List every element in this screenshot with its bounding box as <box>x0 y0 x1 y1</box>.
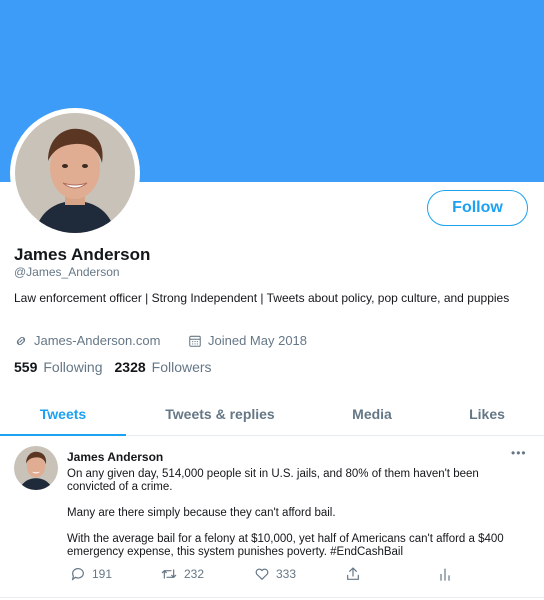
reply-button[interactable]: 191 <box>70 566 112 582</box>
tweet-actions: 191 232 333 <box>0 566 544 588</box>
tweet-author[interactable]: James Anderson <box>67 450 163 464</box>
tab-tweets[interactable]: Tweets <box>0 392 126 436</box>
followers-count[interactable]: 2328 <box>115 359 146 375</box>
profile-tabs: Tweets Tweets & replies Media Likes <box>0 392 544 436</box>
heart-icon <box>255 568 269 580</box>
reply-icon <box>71 568 84 581</box>
tab-media[interactable]: Media <box>320 392 424 436</box>
analytics-button[interactable] <box>438 566 458 582</box>
divider <box>0 597 544 598</box>
active-tab-indicator <box>0 434 126 436</box>
tweet-paragraph: On any given day, 514,000 people sit in … <box>67 468 479 493</box>
followers-label[interactable]: Followers <box>152 359 212 375</box>
profile-name: James Anderson <box>14 245 151 264</box>
profile-handle: @James_Anderson <box>14 265 120 279</box>
profile-stats: 559 Following 2328 Followers <box>14 359 224 375</box>
website-link[interactable]: James-Anderson.com <box>34 333 160 348</box>
tweet[interactable]: James Anderson ••• On any given day, 514… <box>0 437 544 600</box>
more-options-icon[interactable]: ••• <box>511 446 527 460</box>
profile-joined: Joined May 2018 <box>188 333 307 348</box>
tweet-avatar[interactable] <box>14 446 58 490</box>
tweet-paragraph: With the average bail for a felony at $1… <box>67 533 504 558</box>
following-count[interactable]: 559 <box>14 359 37 375</box>
retweet-icon <box>161 569 177 579</box>
calendar-icon <box>189 335 201 347</box>
tweet-paragraph: Many are there simply because they can't… <box>67 507 336 519</box>
like-button[interactable]: 333 <box>254 566 296 582</box>
joined-date: Joined May 2018 <box>208 333 308 348</box>
tweet-text: On any given day, 514,000 people sit in … <box>67 468 517 572</box>
share-button[interactable] <box>345 566 367 582</box>
follow-button[interactable]: Follow <box>427 190 528 226</box>
retweet-count: 232 <box>184 567 205 581</box>
profile-website[interactable]: James-Anderson.com <box>14 333 160 348</box>
link-icon <box>16 336 26 345</box>
profile-avatar[interactable] <box>10 108 140 238</box>
share-icon <box>347 567 359 580</box>
profile-bio: Law enforcement officer | Strong Indepen… <box>14 291 510 305</box>
like-count: 333 <box>276 567 297 581</box>
tab-likes[interactable]: Likes <box>440 392 534 436</box>
tab-tweets-replies[interactable]: Tweets & replies <box>138 392 302 436</box>
analytics-icon <box>440 568 450 581</box>
avatar-photo <box>15 113 135 233</box>
following-label[interactable]: Following <box>43 359 102 375</box>
reply-count: 191 <box>92 567 113 581</box>
retweet-button[interactable]: 232 <box>160 566 204 582</box>
